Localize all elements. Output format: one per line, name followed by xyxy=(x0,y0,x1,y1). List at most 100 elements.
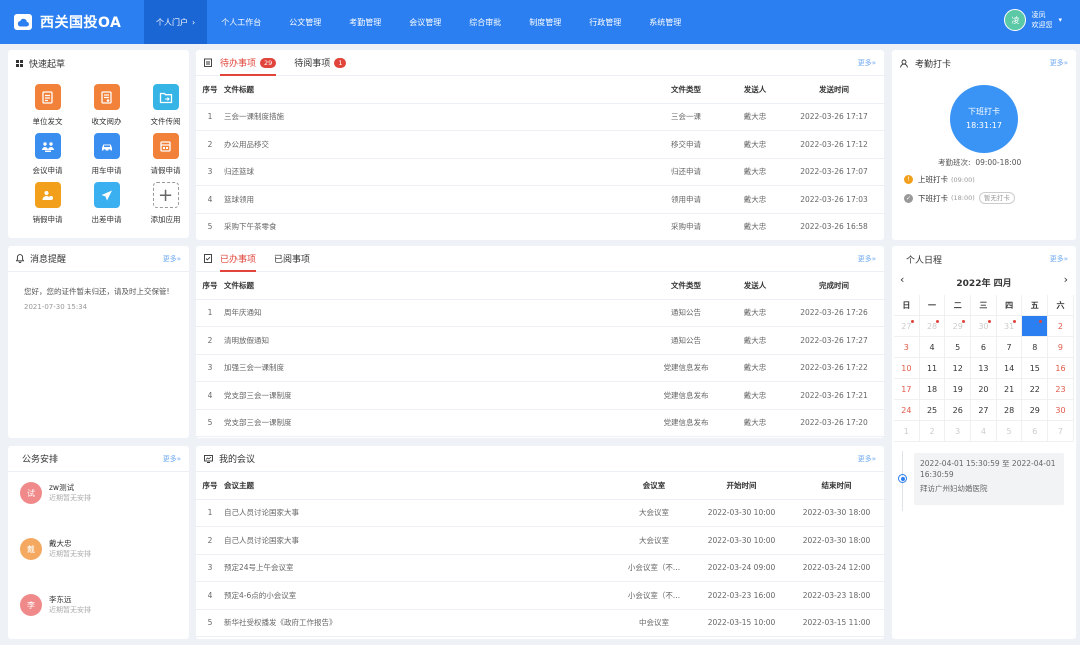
calendar-day[interactable]: 2 xyxy=(1048,316,1074,337)
next-month-icon[interactable]: › xyxy=(1064,273,1068,286)
table-row[interactable]: 1 周年庆通知 通知公告 戴大忠 2022-03-26 17:26 xyxy=(196,299,884,327)
calendar-event[interactable]: 2022-04-01 15:30:59 至 2022-04-01 16:30:5… xyxy=(914,453,1064,505)
table-cell: 2022-03-26 17:12 xyxy=(784,130,884,159)
attendance-more-link[interactable]: 更多» xyxy=(1050,58,1068,68)
quick-start-item[interactable]: + 添加应用 xyxy=(136,182,189,225)
tab-to-read[interactable]: 待阅事项 1 xyxy=(294,50,347,76)
calendar-more-link[interactable]: 更多» xyxy=(1050,254,1068,264)
user-menu[interactable]: 凌 凌凤 欢迎您 ▾ xyxy=(1004,9,1062,31)
calendar-day[interactable]: 30 xyxy=(971,316,997,337)
table-row[interactable]: 1 三会一课制度措施 三会一课 戴大忠 2022-03-26 17:17 xyxy=(196,103,884,131)
tab-done[interactable]: 已办事项 xyxy=(206,246,257,272)
clock-out-button[interactable]: 下班打卡 18:31:17 xyxy=(950,85,1018,153)
calendar-day[interactable]: 2 xyxy=(919,421,946,442)
calendar-day[interactable]: 7 xyxy=(996,337,1023,358)
calendar-day[interactable]: 3 xyxy=(894,337,920,358)
calendar-day[interactable]: 1 xyxy=(894,421,920,442)
table-row[interactable]: 2 办公用品移交 移交申请 戴大忠 2022-03-26 17:12 xyxy=(196,130,884,159)
calendar-panel: 个人日程 更多» ‹ 2022年 四月 › 日一二三四五六 27 28 29 30 31 1… xyxy=(892,246,1076,639)
tab-pending[interactable]: 待办事项 29 xyxy=(206,50,277,76)
table-row[interactable]: 3 归还篮球 归还申请 戴大忠 2022-03-26 17:07 xyxy=(196,158,884,186)
calendar-day[interactable]: 27 xyxy=(971,400,997,421)
calendar-day[interactable]: 7 xyxy=(1048,421,1074,442)
calendar-day[interactable]: 30 xyxy=(1048,400,1074,421)
calendar-day[interactable]: 10 xyxy=(894,358,920,379)
calendar-day[interactable]: 31 xyxy=(996,316,1023,337)
quick-start-item[interactable]: 会议申请 xyxy=(18,133,77,176)
nav-personal-portal[interactable]: 个人门户 › xyxy=(144,0,208,44)
calendar-day[interactable]: 14 xyxy=(996,358,1023,379)
nav-approval[interactable]: 综合审批 xyxy=(455,0,515,44)
nav-personal-workbench[interactable]: 个人工作台 xyxy=(207,0,275,44)
calendar-day[interactable]: 29 xyxy=(945,316,972,337)
calendar-day[interactable]: 20 xyxy=(971,379,997,400)
nav-meeting-management[interactable]: 会议管理 xyxy=(395,0,455,44)
calendar-day[interactable]: 23 xyxy=(1048,379,1074,400)
calendar-day[interactable]: 8 xyxy=(1022,337,1049,358)
calendar-day[interactable]: 4 xyxy=(971,421,997,442)
nav-policy-management[interactable]: 制度管理 xyxy=(515,0,575,44)
nav-attendance-management[interactable]: 考勤管理 xyxy=(335,0,395,44)
calendar-day[interactable]: 3 xyxy=(945,421,972,442)
message-text[interactable]: 您好，您的证件暂未归还，请及时上交保管! xyxy=(8,272,189,297)
table-row[interactable]: 5 党支部三会一课制度 党建信息发布 戴大忠 2022-03-26 17:20 xyxy=(196,409,884,437)
messages-more-link[interactable]: 更多» xyxy=(163,254,181,264)
tab-read[interactable]: 已阅事项 xyxy=(274,246,310,272)
table-row[interactable]: 3 预定24号上午会议室 小会议室（不... 2022-03-24 09:00 2022… xyxy=(196,554,884,582)
meetings-more-link[interactable]: 更多» xyxy=(858,454,876,464)
meeting-icon xyxy=(34,133,61,159)
table-row[interactable]: 4 篮球领用 领用申请 戴大忠 2022-03-26 17:03 xyxy=(196,185,884,214)
table-row[interactable]: 2 清明放假通知 通知公告 戴大忠 2022-03-26 17:27 xyxy=(196,326,884,355)
calendar-day[interactable]: 4 xyxy=(919,337,946,358)
app-logo[interactable]: 西关国投OA xyxy=(0,12,144,32)
table-row[interactable]: 1 自己人员讨论国家大事 大会议室 2022-03-30 10:00 2022-03-3… xyxy=(196,499,884,527)
table-row[interactable]: 5 采购下午茶零食 采购申请 戴大忠 2022-03-26 16:58 xyxy=(196,213,884,240)
table-row[interactable]: 4 党支部三会一课制度 党建信息发布 戴大忠 2022-03-26 17:21 xyxy=(196,381,884,410)
calendar-day[interactable]: 28 xyxy=(919,316,946,337)
nav-admin-management[interactable]: 行政管理 xyxy=(575,0,635,44)
table-row[interactable]: 3 加强三会一课制度 党建信息发布 戴大忠 2022-03-26 17:22 xyxy=(196,354,884,382)
quick-start-item[interactable]: 文件传阅 xyxy=(136,84,189,127)
quick-start-item[interactable]: 收文阅办 xyxy=(77,84,136,127)
calendar-day[interactable]: 25 xyxy=(919,400,946,421)
nav-document-management[interactable]: 公文管理 xyxy=(275,0,335,44)
schedule-more-link[interactable]: 更多» xyxy=(163,454,181,464)
calendar-day[interactable]: 28 xyxy=(996,400,1023,421)
calendar-day[interactable]: 18 xyxy=(919,379,946,400)
schedule-person[interactable]: 试 zw测试 近期暂无安排 xyxy=(20,482,91,504)
quick-start-item[interactable]: 出差申请 xyxy=(77,182,136,225)
calendar-day[interactable]: 22 xyxy=(1022,379,1049,400)
calendar-day[interactable]: 9 xyxy=(1048,337,1074,358)
calendar-day[interactable]: 16 xyxy=(1048,358,1074,379)
calendar-day[interactable]: 27 xyxy=(894,316,920,337)
table-row[interactable]: 2 自己人员讨论国家大事 大会议室 2022-03-30 10:00 2022-03-3… xyxy=(196,526,884,555)
calendar-day[interactable]: 11 xyxy=(919,358,946,379)
calendar-day[interactable]: 1 xyxy=(1022,316,1049,337)
calendar-day[interactable]: 12 xyxy=(945,358,972,379)
table-row[interactable]: 4 预定4-6点的小会议室 小会议室（不... 2022-03-23 16:00 202… xyxy=(196,581,884,610)
schedule-person[interactable]: 李 李东远 近期暂无安排 xyxy=(20,594,91,616)
calendar-day[interactable]: 15 xyxy=(1022,358,1049,379)
calendar-day[interactable]: 19 xyxy=(945,379,972,400)
calendar-day[interactable]: 29 xyxy=(1022,400,1049,421)
done-more-link[interactable]: 更多» xyxy=(858,254,876,264)
todo-more-link[interactable]: 更多» xyxy=(858,58,876,68)
schedule-person[interactable]: 戴 戴大忠 近期暂无安排 xyxy=(20,538,91,560)
calendar-day[interactable]: 6 xyxy=(1022,421,1049,442)
calendar-day[interactable]: 5 xyxy=(945,337,972,358)
calendar-day[interactable]: 26 xyxy=(945,400,972,421)
calendar-day[interactable]: 5 xyxy=(996,421,1023,442)
calendar-day[interactable]: 6 xyxy=(971,337,997,358)
quick-start-item[interactable]: 单位发文 xyxy=(18,84,77,127)
calendar-day[interactable]: 17 xyxy=(894,379,920,400)
table-row[interactable]: 5 新华社受权播发《政府工作报告》 中会议室 2022-03-15 10:00 2022… xyxy=(196,609,884,637)
quick-start-item[interactable]: 用车申请 xyxy=(77,133,136,176)
leave-icon xyxy=(152,133,179,159)
quick-start-item[interactable]: 销假申请 xyxy=(18,182,77,225)
quick-start-item[interactable]: 请假申请 xyxy=(136,133,189,176)
calendar-day[interactable]: 13 xyxy=(971,358,997,379)
table-cell: 3 xyxy=(196,354,224,382)
nav-system-management[interactable]: 系统管理 xyxy=(635,0,695,44)
calendar-day[interactable]: 21 xyxy=(996,379,1023,400)
calendar-day[interactable]: 24 xyxy=(894,400,920,421)
